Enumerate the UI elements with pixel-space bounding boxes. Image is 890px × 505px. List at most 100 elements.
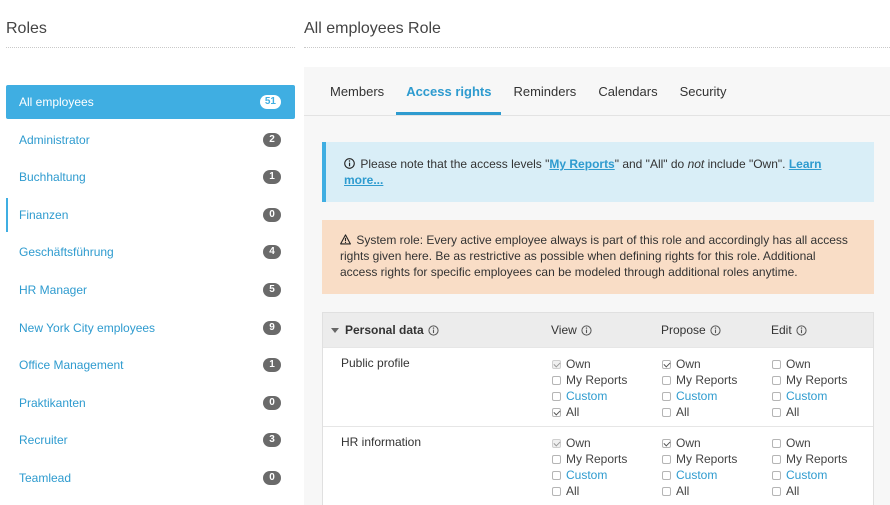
checkbox-all[interactable] [552,407,561,417]
checkbox-own[interactable] [772,438,781,448]
checkbox-my-reports[interactable] [772,454,781,464]
row-label: HR information [341,435,422,449]
role-label: Teamlead [19,470,72,485]
option-label: My Reports [786,373,848,387]
role-item-geschaeftsfuehrung[interactable]: Geschäftsführung 4 [6,235,295,269]
tab-members[interactable]: Members [320,67,394,115]
table-header: Personal data View Propose Edit [323,313,873,347]
info-circle-icon [344,158,355,169]
role-count-badge: 4 [263,245,281,260]
info-circle-icon[interactable] [428,324,439,336]
custom-link[interactable]: Custom [786,389,827,403]
option-label: All [566,405,580,419]
checkbox-custom[interactable] [662,391,671,401]
option-own[interactable]: Own [661,356,761,372]
option-my-reports[interactable]: My Reports [551,451,651,467]
checkbox-all[interactable] [552,486,561,496]
role-item-hr-manager[interactable]: HR Manager 5 [6,273,295,307]
tab-calendars[interactable]: Calendars [588,67,667,115]
option-own[interactable]: Own [771,356,871,372]
role-item-office-management[interactable]: Office Management 1 [6,348,295,382]
custom-link[interactable]: Custom [786,468,827,482]
checkbox-own[interactable] [662,359,671,369]
role-item-finanzen[interactable]: Finanzen 0 [6,197,295,232]
checkbox-custom[interactable] [772,391,781,401]
section-toggle[interactable]: Personal data [331,323,439,337]
my-reports-link[interactable]: My Reports [549,157,614,171]
option-own[interactable]: Own [661,435,761,451]
checkbox-custom[interactable] [662,470,671,480]
custom-link[interactable]: Custom [676,468,717,482]
role-label: HR Manager [19,282,88,297]
role-label: Praktikanten [19,395,86,410]
option-all[interactable]: All [771,483,871,499]
tab-reminders[interactable]: Reminders [503,67,586,115]
option-my-reports[interactable]: My Reports [661,451,761,467]
tab-security[interactable]: Security [670,67,737,115]
role-item-all-employees[interactable]: All employees 51 [6,85,295,119]
chevron-down-icon [331,327,339,333]
option-own[interactable]: Own [771,435,871,451]
checkbox-all[interactable] [662,486,671,496]
role-list: All employees 51 Administrator 2 Buchhal… [6,85,295,499]
column-label: View [551,323,577,337]
checkbox-all[interactable] [662,407,671,417]
tab-access-rights[interactable]: Access rights [396,67,502,115]
option-my-reports[interactable]: My Reports [771,451,871,467]
role-item-administrator[interactable]: Administrator 2 [6,123,295,157]
view-options: Own My Reports Custom All [551,356,651,420]
edit-options: Own My Reports Custom All [771,435,871,499]
option-custom[interactable]: Custom [551,388,651,404]
table-row-hr-information: HR information Own My Reports Custom All… [323,426,873,505]
option-all[interactable]: All [551,483,651,499]
option-my-reports[interactable]: My Reports [551,372,651,388]
checkbox-all[interactable] [772,486,781,496]
option-custom[interactable]: Custom [661,388,761,404]
info-circle-icon[interactable] [796,324,807,336]
info-circle-icon[interactable] [581,324,592,336]
option-custom[interactable]: Custom [771,388,871,404]
checkbox-my-reports[interactable] [552,454,561,464]
checkbox-custom[interactable] [772,470,781,480]
checkbox-my-reports[interactable] [662,375,671,385]
info-alert: Please note that the access levels "My R… [322,142,874,202]
role-item-recruiter[interactable]: Recruiter 3 [6,423,295,457]
custom-link[interactable]: Custom [566,389,607,403]
option-custom[interactable]: Custom [661,467,761,483]
option-custom[interactable]: Custom [771,467,871,483]
option-all[interactable]: All [661,483,761,499]
option-label: All [786,405,800,419]
checkbox-own[interactable] [772,359,781,369]
view-options: Own My Reports Custom All [551,435,651,499]
option-custom[interactable]: Custom [551,467,651,483]
checkbox-custom[interactable] [552,470,561,480]
option-all[interactable]: All [771,404,871,420]
option-all[interactable]: All [551,404,651,420]
checkbox-my-reports[interactable] [772,375,781,385]
checkbox-my-reports[interactable] [662,454,671,464]
custom-link[interactable]: Custom [676,389,717,403]
custom-link[interactable]: Custom [566,468,607,482]
checkbox-custom[interactable] [552,391,561,401]
title-divider [304,47,890,48]
role-item-praktikanten[interactable]: Praktikanten 0 [6,386,295,420]
column-header-edit: Edit [771,323,807,337]
role-label: Recruiter [19,433,68,448]
checkbox-my-reports[interactable] [552,375,561,385]
option-my-reports[interactable]: My Reports [771,372,871,388]
checkbox-own[interactable] [662,438,671,448]
checkbox-all[interactable] [772,407,781,417]
option-my-reports[interactable]: My Reports [661,372,761,388]
tab-divider [304,115,890,116]
role-item-teamlead[interactable]: Teamlead 0 [6,461,295,495]
option-label: My Reports [676,373,738,387]
option-own: Own [551,356,651,372]
option-label: All [676,405,690,419]
role-item-new-york-city-employees[interactable]: New York City employees 9 [6,311,295,345]
info-text-before: Please note that the access levels " [360,157,550,171]
warning-triangle-icon [340,234,351,245]
option-all[interactable]: All [661,404,761,420]
role-item-buchhaltung[interactable]: Buchhaltung 1 [6,160,295,194]
info-circle-icon[interactable] [710,324,721,336]
option-label: My Reports [676,452,738,466]
